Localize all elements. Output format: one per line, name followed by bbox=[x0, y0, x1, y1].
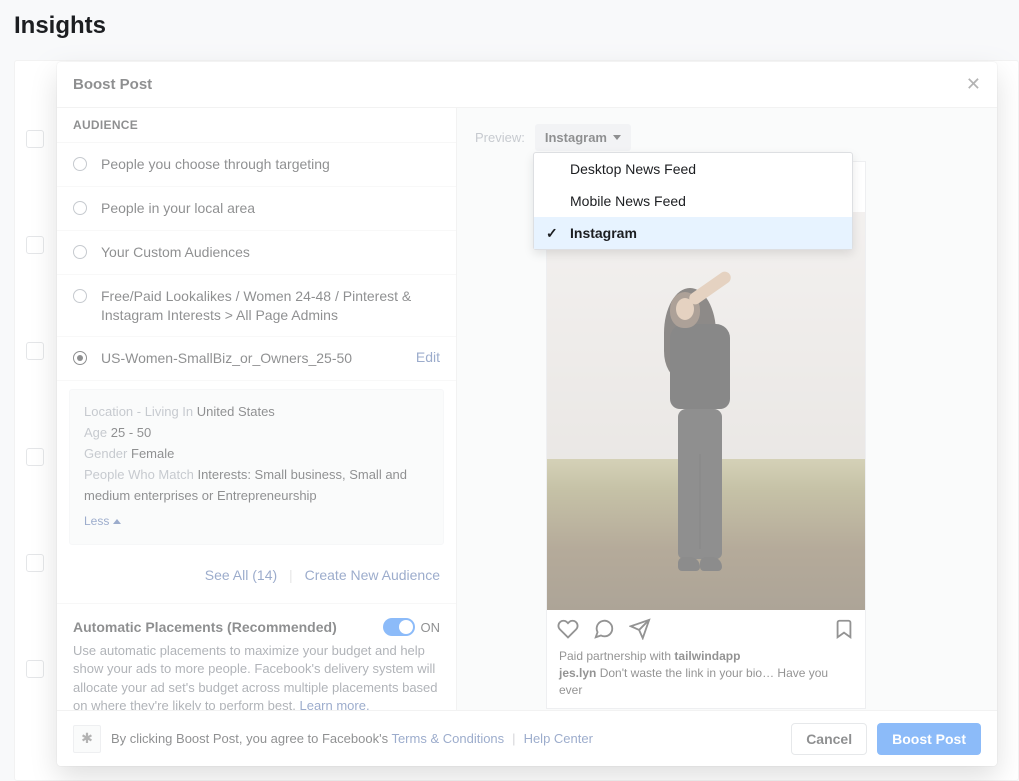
audience-option-label: People in your local area bbox=[101, 199, 440, 218]
placements-toggle[interactable] bbox=[383, 618, 415, 636]
audience-option-selected[interactable]: US-Women-SmallBiz_or_Owners_25-50 Edit bbox=[57, 337, 456, 381]
preview-dropdown: Desktop News Feed Mobile News Feed Insta… bbox=[533, 152, 853, 250]
audience-option-lookalikes[interactable]: Free/Paid Lookalikes / Women 24-48 / Pin… bbox=[57, 275, 456, 338]
caret-up-icon bbox=[113, 519, 121, 524]
agree-text: By clicking Boost Post, you agree to Fac… bbox=[111, 731, 593, 746]
edit-audience-link[interactable]: Edit bbox=[416, 349, 440, 365]
share-icon[interactable] bbox=[629, 618, 651, 640]
audience-heading: AUDIENCE bbox=[57, 108, 456, 143]
audience-option-targeting[interactable]: People you choose through targeting bbox=[57, 143, 456, 187]
preview-label: Preview: bbox=[475, 130, 525, 145]
bg-checkbox bbox=[26, 236, 44, 254]
radio-icon bbox=[73, 201, 87, 215]
create-new-audience-link[interactable]: Create New Audience bbox=[305, 567, 440, 583]
gear-icon[interactable]: ✱ bbox=[73, 725, 101, 753]
placements-title: Automatic Placements (Recommended) bbox=[73, 619, 337, 635]
cancel-button[interactable]: Cancel bbox=[791, 723, 867, 755]
audience-option-custom[interactable]: Your Custom Audiences bbox=[57, 231, 456, 275]
detail-age-value: 25 - 50 bbox=[111, 425, 151, 440]
audience-details: Location - Living In United States Age 2… bbox=[69, 389, 444, 545]
detail-gender-label: Gender bbox=[84, 446, 127, 461]
audience-option-label: US-Women-SmallBiz_or_Owners_25-50 bbox=[101, 349, 416, 368]
boost-post-modal: Boost Post ✕ AUDIENCE People you choose … bbox=[57, 62, 997, 766]
chevron-down-icon bbox=[613, 135, 621, 140]
detail-gender-value: Female bbox=[131, 446, 174, 461]
paid-partnership-line: Paid partnership with tailwindapp bbox=[559, 648, 853, 665]
learn-more-link[interactable]: Learn more. bbox=[299, 698, 369, 710]
radio-icon bbox=[73, 157, 87, 171]
audience-option-local[interactable]: People in your local area bbox=[57, 187, 456, 231]
post-image bbox=[547, 212, 865, 610]
bookmark-icon[interactable] bbox=[833, 618, 855, 640]
help-center-link[interactable]: Help Center bbox=[524, 731, 593, 746]
less-toggle[interactable]: Less bbox=[84, 512, 121, 531]
dropdown-item-mobile-feed[interactable]: Mobile News Feed bbox=[534, 185, 852, 217]
bg-checkbox bbox=[26, 448, 44, 466]
page-title: Insights bbox=[14, 12, 106, 40]
detail-age-label: Age bbox=[84, 425, 107, 440]
boost-post-button[interactable]: Boost Post bbox=[877, 723, 981, 755]
bg-checkbox bbox=[26, 554, 44, 572]
audience-option-label: Your Custom Audiences bbox=[101, 243, 440, 262]
detail-location-label: Location - Living In bbox=[84, 404, 193, 419]
heart-icon[interactable] bbox=[557, 618, 579, 640]
close-icon[interactable]: ✕ bbox=[966, 74, 981, 95]
dropdown-item-instagram[interactable]: Instagram bbox=[534, 217, 852, 249]
terms-link[interactable]: Terms & Conditions bbox=[391, 731, 504, 746]
radio-icon bbox=[73, 245, 87, 259]
comment-icon[interactable] bbox=[593, 618, 615, 640]
audience-scroll[interactable]: People you choose through targeting Peop… bbox=[57, 143, 456, 710]
radio-icon bbox=[73, 351, 87, 365]
modal-title: Boost Post bbox=[73, 76, 152, 93]
radio-icon bbox=[73, 289, 87, 303]
bg-checkbox bbox=[26, 660, 44, 678]
see-all-audiences-link[interactable]: See All (14) bbox=[205, 567, 277, 583]
caption-line: jes.lyn Don't waste the link in your bio… bbox=[559, 665, 853, 699]
audience-option-label: People you choose through targeting bbox=[101, 155, 440, 174]
bg-checkbox bbox=[26, 130, 44, 148]
dropdown-item-desktop-feed[interactable]: Desktop News Feed bbox=[534, 153, 852, 185]
placements-description: Use automatic placements to maximize you… bbox=[73, 642, 440, 710]
preview-placement-select[interactable]: Instagram bbox=[535, 124, 631, 151]
audience-option-label: Free/Paid Lookalikes / Women 24-48 / Pin… bbox=[101, 287, 440, 325]
detail-location-value: United States bbox=[197, 404, 275, 419]
detail-match-label: People Who Match bbox=[84, 467, 194, 482]
placements-toggle-label: ON bbox=[421, 620, 441, 635]
bg-checkbox bbox=[26, 342, 44, 360]
